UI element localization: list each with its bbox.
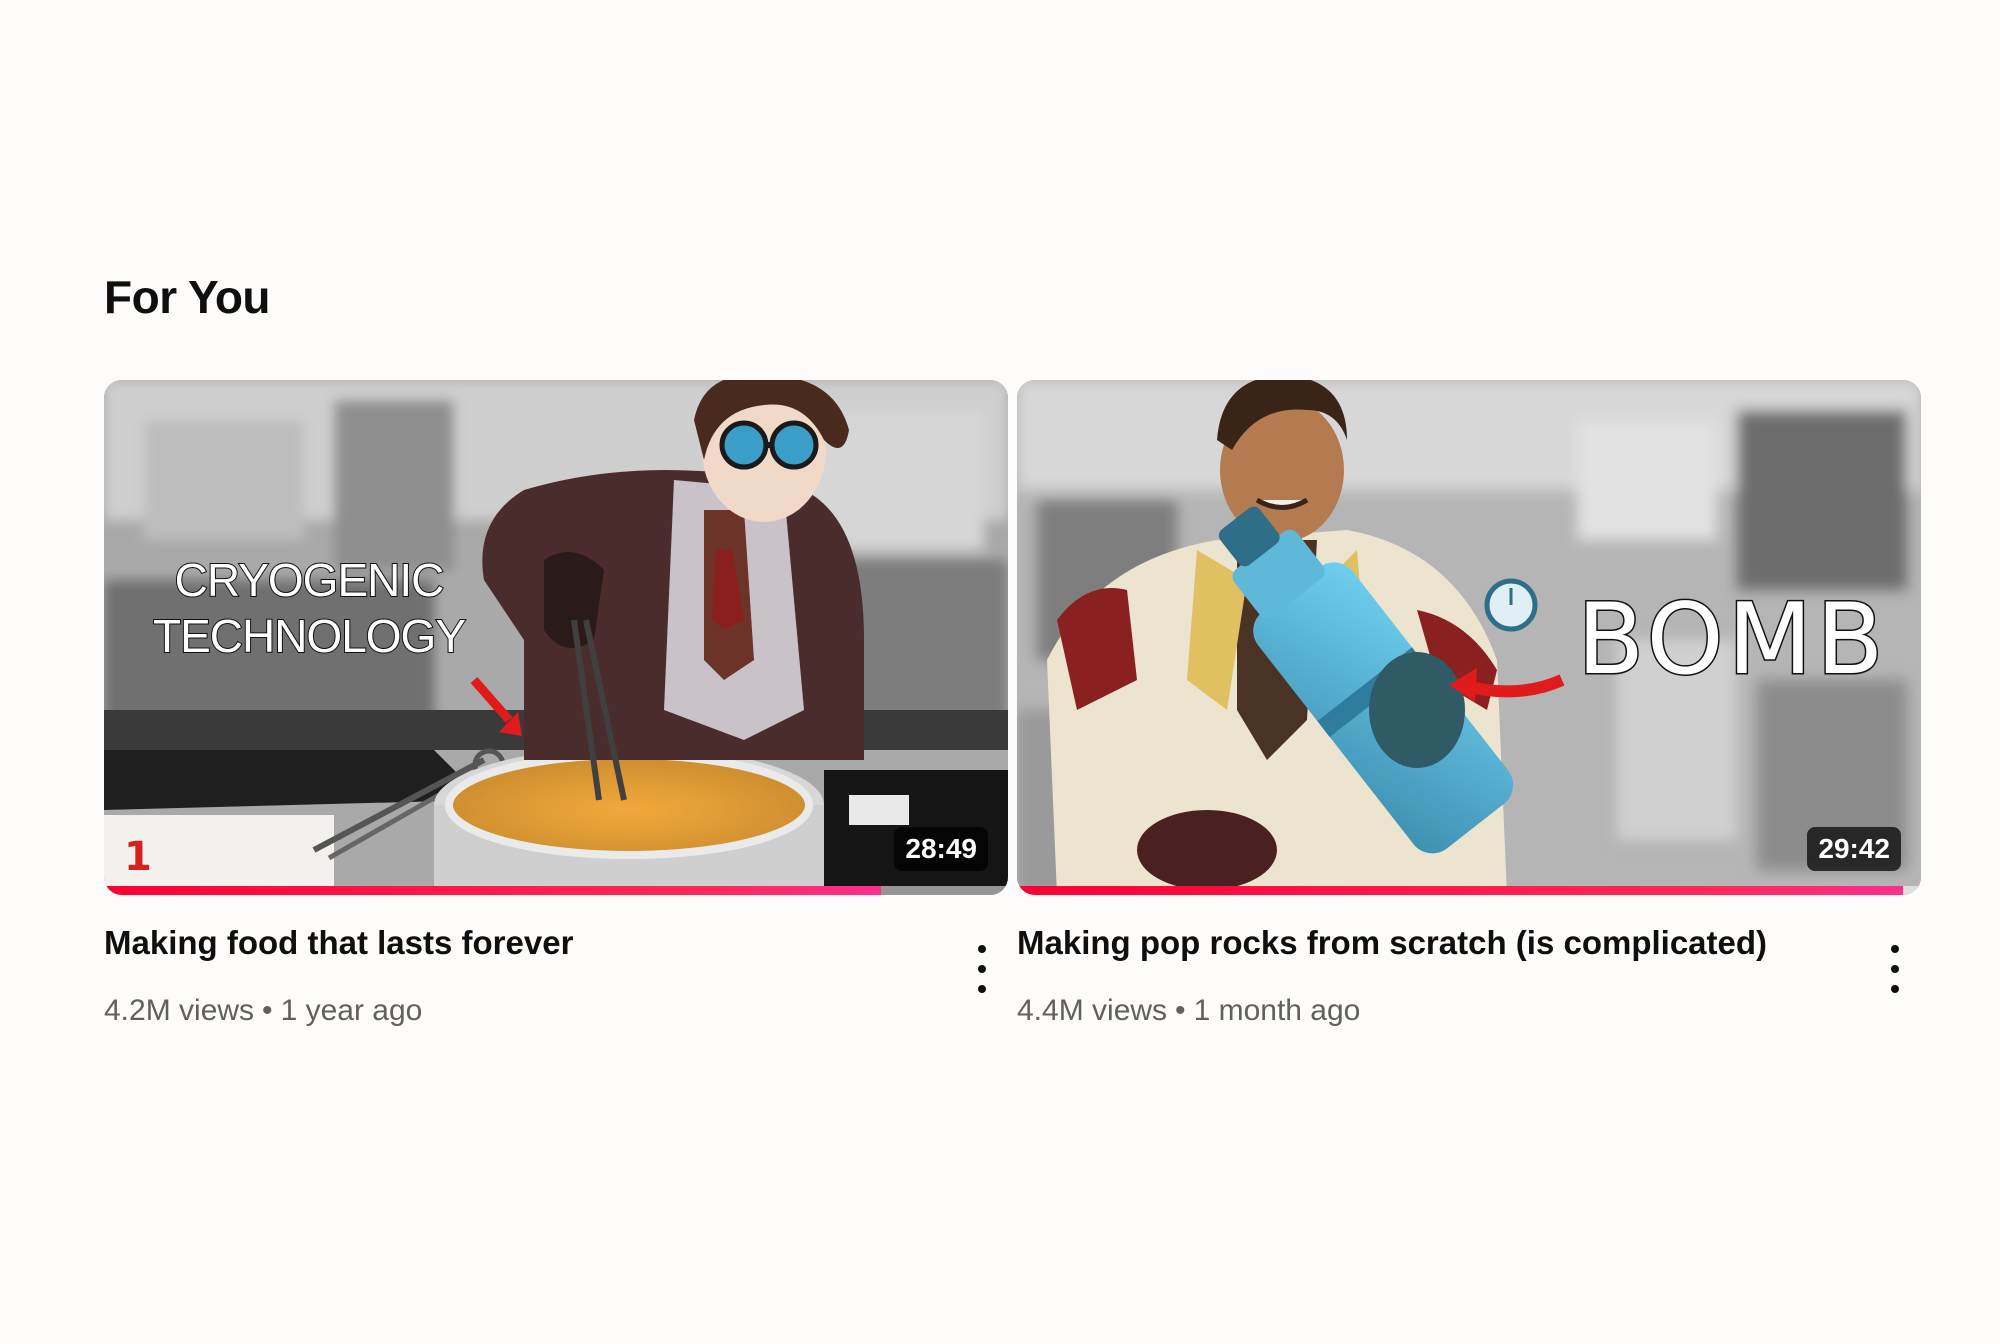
watch-progress-bar	[1017, 886, 1921, 895]
video-thumbnail[interactable]: 1 CRYOGENIC TECHNOLOGY 28:49	[104, 380, 1008, 895]
more-vert-icon[interactable]	[972, 945, 992, 993]
upload-age: 1 month ago	[1193, 994, 1361, 1027]
thumbnail-caption: BOMB	[1576, 583, 1888, 697]
svg-text:1: 1	[124, 834, 152, 880]
video-title[interactable]: Making pop rocks from scratch (is compli…	[1017, 921, 1817, 965]
separator-dot: •	[262, 994, 273, 1027]
video-stats: 4.2M views • 1 year ago	[104, 991, 1008, 1031]
video-meta: Making food that lasts forever 4.2M view…	[104, 921, 1008, 1031]
more-vert-icon[interactable]	[1885, 945, 1905, 993]
watch-progress-fill	[104, 886, 882, 895]
upload-age: 1 year ago	[280, 994, 423, 1027]
video-meta: Making pop rocks from scratch (is compli…	[1017, 921, 1921, 1031]
video-stats: 4.4M views • 1 month ago	[1017, 991, 1921, 1031]
video-card[interactable]: 1 CRYOGENIC TECHNOLOGY 28:49 Making food…	[104, 380, 1008, 1031]
watch-progress-bar	[104, 886, 1008, 895]
duration-badge: 28:49	[894, 827, 988, 871]
section-title: For You	[104, 271, 271, 323]
view-count: 4.2M views	[104, 994, 255, 1027]
video-title[interactable]: Making food that lasts forever	[104, 921, 904, 965]
watch-progress-fill	[1017, 886, 1903, 895]
page: For You 1 CRYOGENIC TECHNOLOGY 28:49 Mak…	[0, 0, 2000, 1344]
video-card[interactable]: BOMB 29:42 Making pop rocks from scratch…	[1017, 380, 1921, 1031]
duration-badge: 29:42	[1807, 827, 1901, 871]
separator-dot: •	[1175, 994, 1186, 1027]
thumbnail-caption: CRYOGENIC TECHNOLOGY	[152, 553, 467, 663]
view-count: 4.4M views	[1017, 994, 1168, 1027]
video-thumbnail[interactable]: BOMB 29:42	[1017, 380, 1921, 895]
